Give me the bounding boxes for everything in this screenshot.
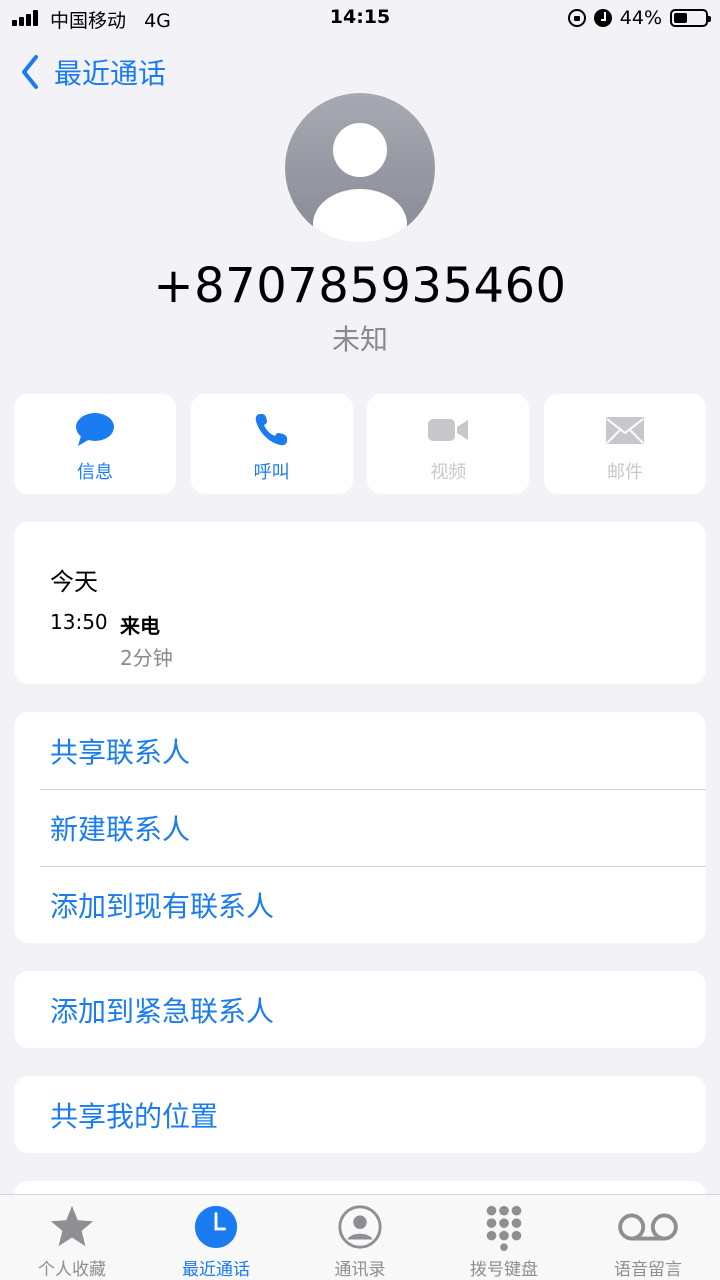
location-group: 共享我的位置 [14, 1076, 706, 1153]
tab-contacts[interactable]: 通讯录 [288, 1195, 432, 1280]
tab-keypad[interactable]: 拨号键盘 [432, 1195, 576, 1280]
video-button[interactable]: 视频 [367, 394, 530, 494]
add-existing-contact-row[interactable]: 添加到现有联系人 [14, 866, 706, 943]
call-type: 来电 [120, 614, 160, 638]
new-contact-row[interactable]: 新建联系人 [14, 789, 706, 866]
star-icon [50, 1205, 94, 1247]
add-emergency-contact-row[interactable]: 添加到紧急联系人 [14, 971, 706, 1048]
back-label: 最近通话 [54, 57, 167, 90]
orientation-lock-icon [567, 9, 586, 27]
contacts-icon [338, 1205, 382, 1249]
call-day: 今天 [50, 568, 98, 596]
back-button[interactable]: 最近通话 [20, 52, 166, 92]
contact-options-group: 共享联系人 新建联系人 添加到现有联系人 [14, 712, 706, 943]
tab-favorites[interactable]: 个人收藏 [0, 1195, 144, 1280]
call-button[interactable]: 呼叫 [190, 394, 353, 494]
tab-bar: 个人收藏 最近通话 通讯录 拨号键盘 语音留言 [0, 1194, 720, 1280]
avatar [285, 93, 435, 243]
battery-icon [670, 9, 711, 27]
contact-label: 未知 [331, 323, 388, 356]
message-icon [76, 413, 114, 446]
voicemail-icon [618, 1213, 678, 1241]
call-duration: 2分钟 [120, 646, 173, 670]
phone-icon [255, 414, 287, 446]
battery-percent: 44% [619, 7, 662, 29]
call-time: 13:50 [50, 610, 108, 634]
video-icon [428, 419, 469, 441]
mail-button[interactable]: 邮件 [543, 394, 706, 494]
keypad-icon [486, 1205, 522, 1251]
action-buttons: 信息 呼叫 视频 邮件 [14, 394, 706, 494]
mail-icon [605, 417, 644, 444]
tab-voicemail[interactable]: 语音留言 [576, 1195, 720, 1280]
clock-icon [194, 1205, 238, 1249]
alarm-icon [593, 9, 612, 27]
share-location-row[interactable]: 共享我的位置 [14, 1076, 706, 1153]
emergency-group: 添加到紧急联系人 [14, 971, 706, 1048]
chevron-left-icon [22, 55, 38, 89]
message-button[interactable]: 信息 [14, 394, 176, 494]
tab-recents[interactable]: 最近通话 [144, 1195, 288, 1280]
call-history-card: 今天 13:50 来电 2分钟 [14, 522, 706, 684]
status-bar: 中国移动 4G 14:15 44% [0, 0, 720, 38]
phone-number: +870785935460 [153, 258, 567, 314]
share-contact-row[interactable]: 共享联系人 [14, 712, 706, 789]
